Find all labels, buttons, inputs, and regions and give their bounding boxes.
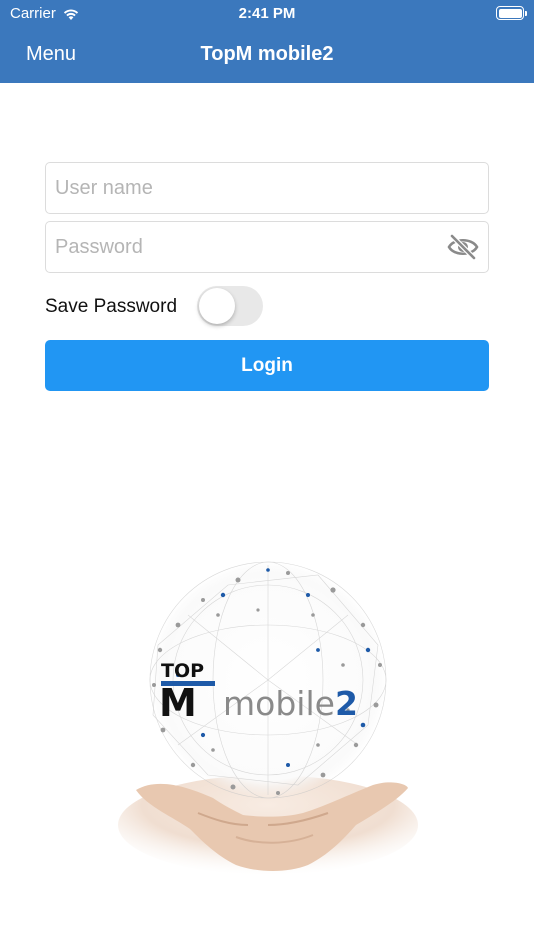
save-password-label: Save Password <box>45 296 178 317</box>
save-password-toggle[interactable] <box>197 286 263 326</box>
topm-mobile2-logo: TOP M mobile2 <box>118 561 418 875</box>
logo-m-text: M <box>159 681 197 725</box>
save-password-row: Save Password <box>45 286 345 326</box>
eye-slash-icon[interactable] <box>447 233 479 261</box>
status-bar: Carrier 2:41 PM <box>0 0 534 28</box>
toggle-knob <box>199 288 235 324</box>
password-field-container <box>45 221 489 273</box>
logo-wordmark: mobile2 <box>223 684 358 723</box>
logo-word-text: mobile <box>223 684 335 723</box>
battery-icon <box>496 6 527 20</box>
logo-number-text: 2 <box>335 684 358 723</box>
username-input[interactable] <box>46 163 426 213</box>
password-input[interactable] <box>46 222 426 272</box>
navigation-bar: Menu TopM mobile2 <box>0 28 534 83</box>
username-field-container <box>45 162 489 214</box>
login-button[interactable]: Login <box>45 340 489 391</box>
status-time: 2:41 PM <box>238 5 296 22</box>
logo-top-text: TOP <box>161 660 204 682</box>
page-title: TopM mobile2 <box>200 43 334 65</box>
